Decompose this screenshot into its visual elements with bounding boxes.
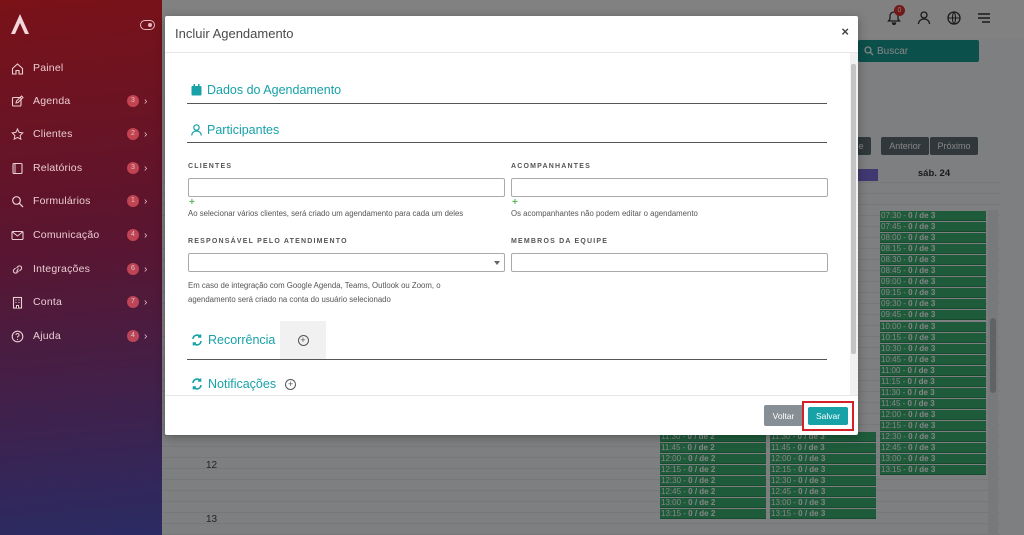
chevron-down-icon (494, 261, 500, 265)
sidebar-item-conta[interactable]: Conta 7 › (0, 290, 162, 314)
close-icon[interactable]: × (841, 24, 849, 39)
acompanhantes-label: ACOMPANHANTES (511, 163, 592, 170)
section-dados[interactable]: Dados do Agendamento (191, 83, 341, 97)
responsavel-help-1: Em caso de integração com Google Agenda,… (188, 281, 441, 290)
sidebar-item-painel[interactable]: Painel (0, 56, 162, 80)
responsavel-select[interactable] (188, 253, 505, 272)
modal-scrollbar-thumb[interactable] (851, 64, 856, 354)
link-icon (11, 263, 24, 276)
sidebar-item-badge: 3 (127, 162, 139, 174)
sidebar-item-comunicacao[interactable]: Comunicação 4 › (0, 223, 162, 247)
clientes-help: Ao selecionar vários clientes, será cria… (188, 209, 464, 218)
sidebar-item-label: Conta (33, 296, 63, 308)
section-divider (187, 359, 827, 360)
help-circle-icon (11, 330, 24, 343)
sidebar-item-integracoes[interactable]: Integrações 6 › (0, 257, 162, 281)
sidebar-item-ajuda[interactable]: Ajuda 4 › (0, 324, 162, 348)
chevron-right-icon: › (144, 263, 148, 275)
section-divider (187, 142, 827, 143)
section-participantes[interactable]: Participantes (191, 123, 279, 137)
modal-title: Incluir Agendamento (175, 26, 294, 41)
book-icon (11, 162, 24, 175)
plus-circle-icon[interactable]: + (285, 378, 297, 390)
sidebar-item-badge: 3 (127, 95, 139, 107)
acompanhantes-input[interactable] (511, 178, 828, 197)
repeat-icon (192, 334, 202, 346)
sidebar-item-badge: 6 (127, 263, 139, 275)
sidebar: Painel Agenda 3 › Clientes 2 › Relatórios 3 › Form… (0, 0, 162, 535)
chevron-right-icon: › (144, 128, 148, 140)
sidebar-toggle-icon[interactable] (140, 20, 155, 30)
star-icon (11, 127, 24, 141)
sidebar-item-label: Painel (33, 62, 64, 74)
sidebar-item-badge: 1 (127, 195, 139, 207)
section-recorrencia[interactable]: Recorrência (191, 333, 275, 347)
section-divider (187, 103, 827, 104)
acompanhantes-help: Os acompanhantes não podem editar o agen… (511, 209, 698, 218)
sidebar-item-label: Integrações (33, 263, 91, 275)
modal-footer-divider (165, 395, 858, 396)
sidebar-item-label: Formulários (33, 195, 91, 207)
mail-icon (11, 229, 24, 242)
chevron-right-icon: › (144, 195, 148, 207)
responsavel-help-2: agendamento será criado na conta do usuá… (188, 295, 391, 304)
sidebar-item-badge: 4 (127, 330, 139, 342)
save-button-highlight: Salvar (802, 401, 854, 431)
building-icon (11, 296, 24, 309)
clientes-label: CLIENTES (188, 163, 233, 170)
calendar-icon (191, 84, 202, 96)
section-dados-label: Dados do Agendamento (207, 83, 342, 97)
sidebar-item-relatorios[interactable]: Relatórios 3 › (0, 156, 162, 180)
add-recurrence-button[interactable]: + (280, 321, 326, 359)
sidebar-item-label: Clientes (33, 128, 73, 140)
membros-input[interactable] (511, 253, 828, 272)
section-recorrencia-label: Recorrência (208, 333, 276, 347)
clientes-input[interactable] (188, 178, 505, 197)
plus-circle-icon: + (297, 334, 309, 346)
edit-icon (11, 94, 24, 108)
sidebar-item-label: Relatórios (33, 162, 83, 174)
logo (11, 14, 29, 34)
sidebar-item-clientes[interactable]: Clientes 2 › (0, 122, 162, 146)
save-button[interactable]: Salvar (808, 407, 848, 425)
home-icon (11, 62, 24, 75)
user-icon (191, 124, 202, 136)
sidebar-item-label: Agenda (33, 95, 71, 107)
membros-label: MEMBROS DA EQUIPE (511, 238, 609, 245)
chevron-right-icon: › (144, 229, 148, 241)
sidebar-item-agenda[interactable]: Agenda 3 › (0, 89, 162, 113)
sidebar-item-label: Comunicação (33, 229, 100, 241)
section-participantes-label: Participantes (207, 123, 280, 137)
repeat-icon (192, 378, 202, 390)
responsavel-label: RESPONSÁVEL PELO ATENDIMENTO (188, 238, 348, 245)
chevron-right-icon: › (144, 95, 148, 107)
chevron-right-icon: › (144, 330, 148, 342)
chevron-right-icon: › (144, 296, 148, 308)
chevron-right-icon: › (144, 162, 148, 174)
sidebar-item-badge: 7 (127, 296, 139, 308)
sidebar-item-label: Ajuda (33, 330, 61, 342)
search-icon (11, 195, 24, 208)
section-notificacoes-label: Notificações (208, 377, 277, 391)
section-notificacoes[interactable]: Notificações + (191, 377, 297, 391)
modal-body: Dados do Agendamento Participantes CLIEN… (165, 53, 858, 395)
back-button[interactable]: Voltar (764, 405, 803, 426)
sidebar-item-badge: 2 (127, 128, 139, 140)
sidebar-item-badge: 4 (127, 229, 139, 241)
sidebar-item-formularios[interactable]: Formulários 1 › (0, 189, 162, 213)
appointment-modal: Incluir Agendamento × Dados do Agendamen… (165, 16, 858, 435)
